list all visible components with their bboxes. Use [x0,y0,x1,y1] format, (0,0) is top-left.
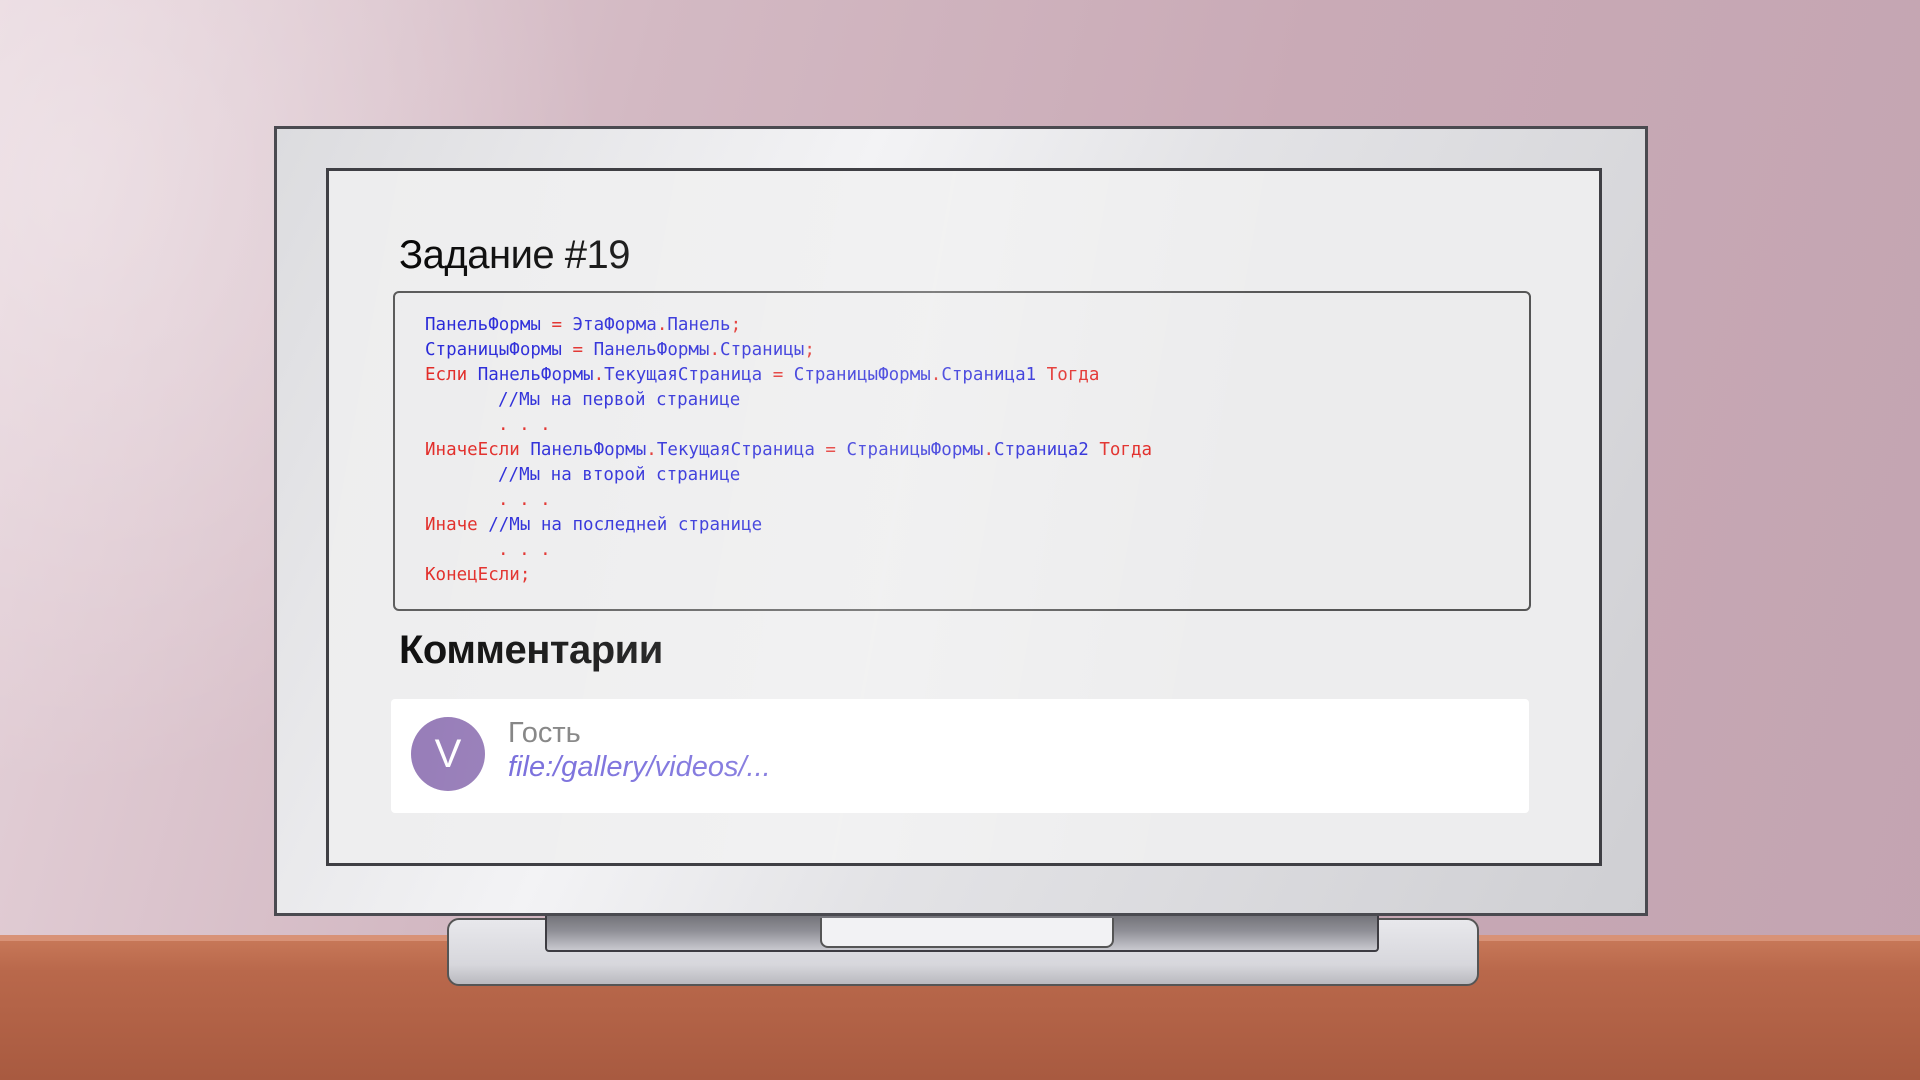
comment-card: V Гость file:/gallery/videos/... [391,699,1529,813]
code-token: ; [730,315,742,335]
code-token: КонецЕсли [425,565,520,585]
code-line: Если ПанельФормы.ТекущаяСтраница = Стран… [425,363,1499,388]
code-token: . [656,315,668,335]
code-token: //Мы на первой странице [498,390,741,410]
code-token: ТекущаяСтраница [604,365,763,385]
code-line: СтраницыФормы = ПанельФормы.Страницы; [425,338,1499,363]
code-token: ПанельФормы [477,365,594,385]
code-token: //Мы на второй странице [498,465,741,485]
code-line: ИначеЕсли ПанельФормы.ТекущаяСтраница = … [425,438,1499,463]
code-token: Тогда [1036,365,1100,385]
code-token: = [540,315,573,335]
code-token: ПанельФормы [530,440,647,460]
code-token: . [593,365,605,385]
code-line: . . . [425,488,1499,513]
code-line: //Мы на первой странице [425,388,1499,413]
code-line: . . . [425,538,1499,563]
code-token: . [930,365,942,385]
code-token: ; [519,565,531,585]
task-title: Задание #19 [399,233,631,277]
code-token: СтраницыФормы [846,440,984,460]
code-token: //Мы на последней странице [488,515,763,535]
code-token: Страница1 [941,365,1037,385]
code-line: Иначе //Мы на последней странице [425,513,1499,538]
comment-author: Гость [508,717,581,749]
code-token: Панель [667,315,731,335]
code-token: Иначе [425,515,489,535]
code-token: . . . [498,415,551,435]
code-token: . [709,340,721,360]
code-token: ПанельФормы [425,315,541,335]
code-token: = [561,340,594,360]
code-token: ТекущаяСтраница [656,440,815,460]
tv-stand-notch [820,918,1114,948]
code-token: Тогда [1088,440,1153,460]
code-token: Страницы [720,340,805,360]
code-token: . . . [498,490,551,510]
code-token: СтраницыФормы [425,340,562,360]
code-token: ; [804,340,815,360]
code-token: = [814,440,847,460]
code-token: . . . [498,540,551,560]
avatar[interactable]: V [411,717,485,791]
code-line: ПанельФормы = ЭтаФорма.Панель; [425,313,1499,338]
code-line: //Мы на второй странице [425,463,1499,488]
tv-screen: Задание #19 ПанельФормы = ЭтаФорма.Панел… [326,168,1602,866]
code-line: КонецЕсли; [425,563,1499,588]
code-token: Если [425,365,478,385]
code-block: ПанельФормы = ЭтаФорма.Панель; СтраницыФо… [393,291,1531,611]
code-token: СтраницыФормы [793,365,931,385]
code-token: . [983,440,994,460]
code-token: Страница2 [993,440,1089,460]
code-token: ИначеЕсли [425,440,531,460]
code-token: . [646,440,657,460]
code-token: ЭтаФорма [572,315,657,335]
code-token: = [762,365,794,385]
comments-title: Комментарии [399,628,663,672]
code-token: ПанельФормы [593,340,710,360]
comment-link[interactable]: file:/gallery/videos/... [508,751,771,784]
code-line: . . . [425,413,1499,438]
